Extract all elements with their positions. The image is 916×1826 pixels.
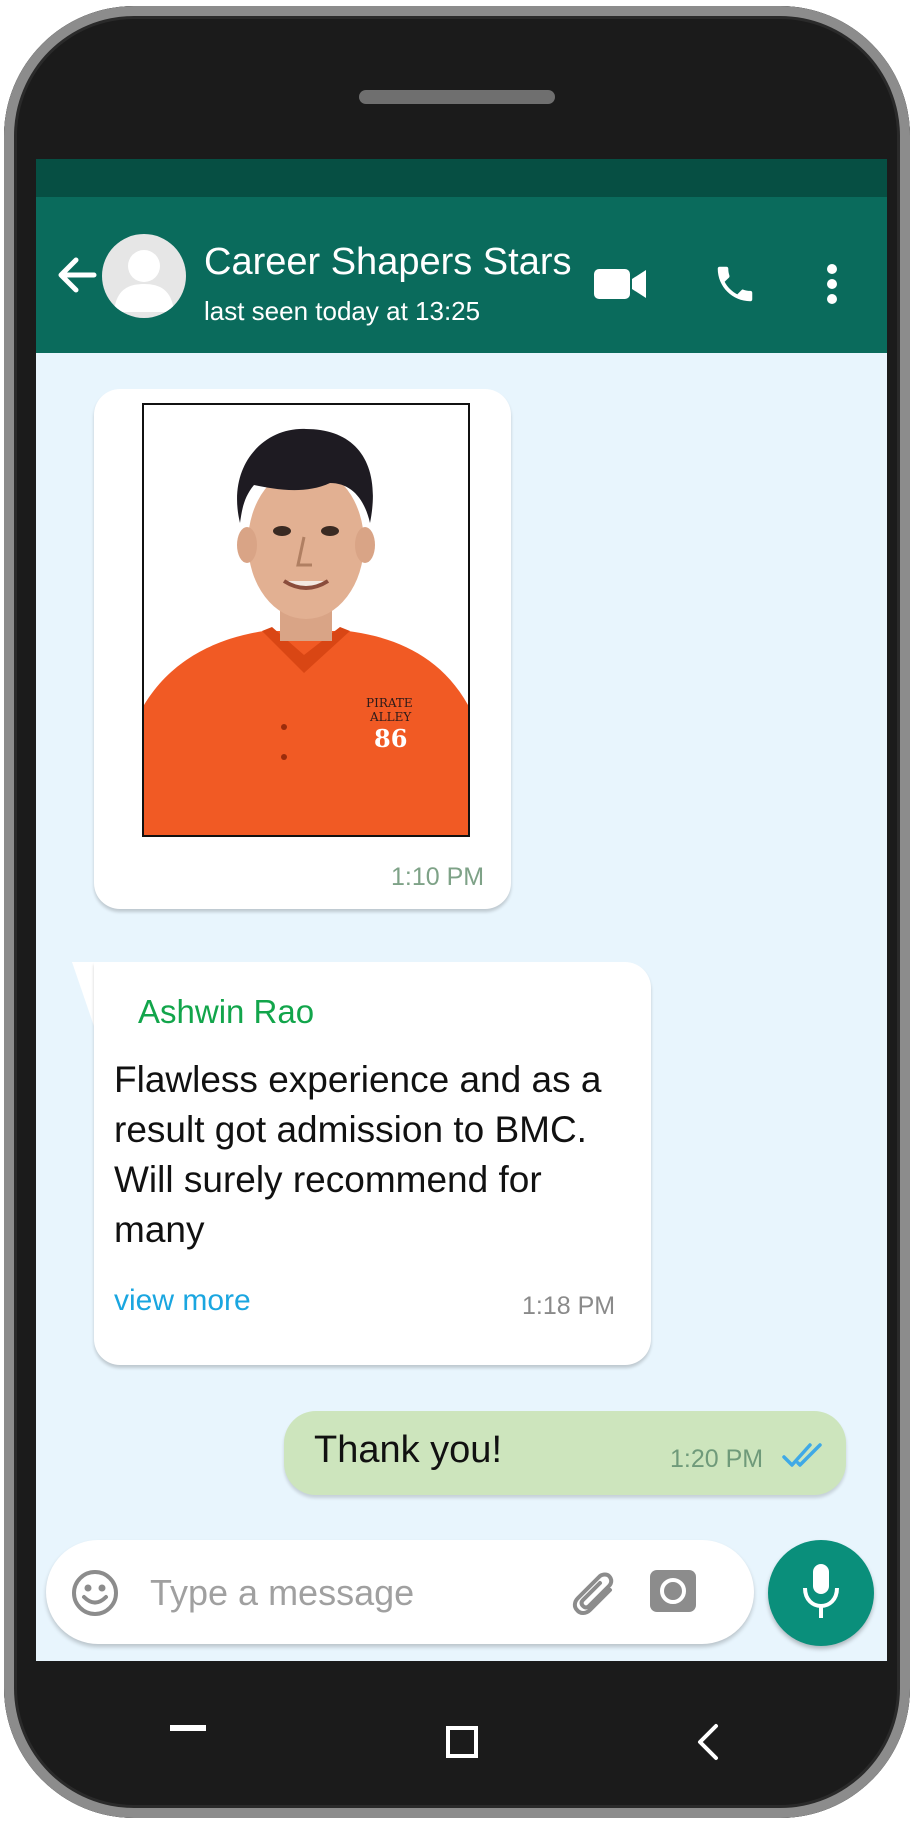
emoji-icon[interactable] bbox=[70, 1568, 120, 1623]
shirt-print-line1: PIRATE bbox=[366, 696, 413, 710]
view-more-link[interactable]: view more bbox=[114, 1284, 251, 1318]
sender-name[interactable]: Ashwin Rao bbox=[138, 993, 314, 1031]
contact-name[interactable]: Career Shapers Stars bbox=[204, 241, 572, 284]
shirt-number: 86 bbox=[374, 724, 407, 753]
contact-avatar[interactable] bbox=[102, 234, 186, 318]
message-input-bar[interactable]: Type a message bbox=[46, 1540, 754, 1644]
phone-frame: Career Shapers Stars last seen today at … bbox=[4, 6, 910, 1818]
sent-message-text: Thank you! bbox=[314, 1429, 502, 1471]
message-text: Flawless experience and as a result got … bbox=[114, 1059, 602, 1250]
status-bar bbox=[36, 159, 887, 197]
student-photo[interactable]: PIRATE ALLEY 86 bbox=[142, 403, 470, 837]
back-chevron-icon[interactable] bbox=[696, 1722, 720, 1767]
text-message-bubble[interactable]: Ashwin Rao Flawless experience and as a … bbox=[94, 962, 651, 1365]
voice-call-icon[interactable] bbox=[712, 261, 758, 312]
message-input[interactable]: Type a message bbox=[150, 1572, 414, 1614]
message-time: 1:10 PM bbox=[391, 863, 485, 891]
sent-message-time: 1:20 PM bbox=[670, 1445, 764, 1473]
double-check-read-icon bbox=[782, 1441, 826, 1474]
earpiece-speaker bbox=[359, 90, 555, 104]
bubble-tail bbox=[72, 962, 96, 1032]
chat-screen: Career Shapers Stars last seen today at … bbox=[36, 159, 887, 1661]
attach-paperclip-icon[interactable] bbox=[564, 1566, 618, 1625]
video-call-icon[interactable] bbox=[594, 267, 648, 306]
sent-message-bubble[interactable]: Thank you! 1:20 PM bbox=[284, 1411, 846, 1495]
android-navigation-bar bbox=[4, 1666, 916, 1806]
back-arrow-icon[interactable] bbox=[54, 253, 98, 302]
microphone-icon bbox=[801, 1562, 841, 1627]
more-options-icon[interactable] bbox=[825, 263, 839, 310]
home-square-icon[interactable] bbox=[446, 1726, 478, 1763]
last-seen-status: last seen today at 13:25 bbox=[204, 296, 481, 326]
image-message-bubble[interactable]: PIRATE ALLEY 86 1:10 PM bbox=[94, 389, 511, 909]
voice-record-button[interactable] bbox=[768, 1540, 874, 1646]
chat-header: Career Shapers Stars last seen today at … bbox=[36, 197, 887, 353]
camera-icon[interactable] bbox=[648, 1566, 700, 1621]
recents-bar-icon[interactable] bbox=[170, 1720, 206, 1738]
shirt-print-line2: ALLEY bbox=[369, 710, 412, 724]
message-time: 1:18 PM bbox=[522, 1292, 616, 1320]
